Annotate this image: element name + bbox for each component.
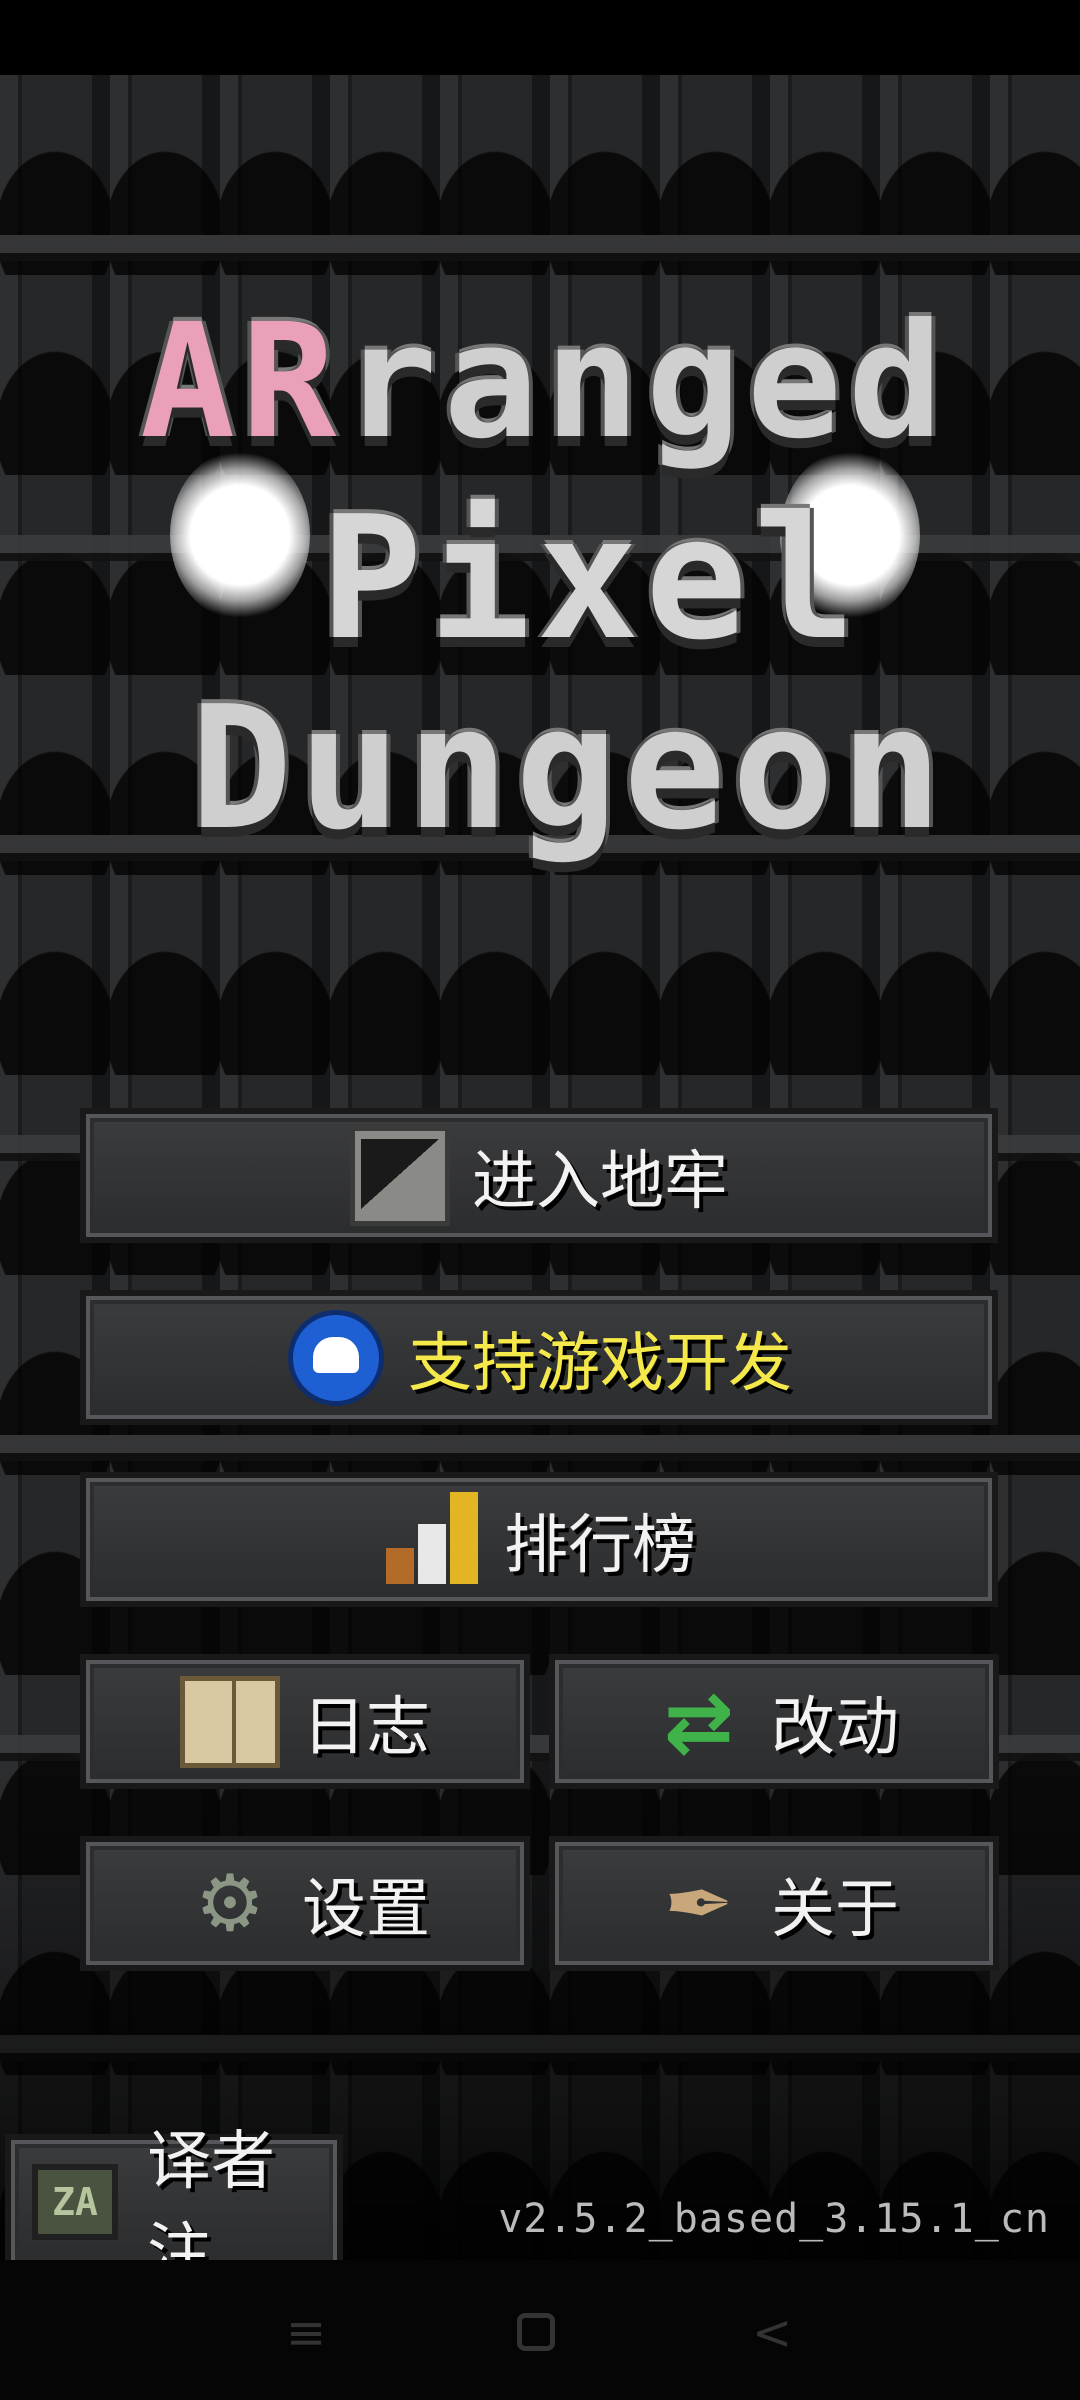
logo-ar: AR: [140, 290, 343, 474]
support-development-button[interactable]: 支持游戏开发: [80, 1290, 998, 1425]
settings-button[interactable]: ⚙ 设置: [80, 1836, 530, 1971]
logo-glow-left: [170, 450, 310, 620]
version-text: v2.5.2_based_3.15.1_cn: [498, 2196, 1050, 2242]
home-icon[interactable]: □: [517, 2313, 555, 2351]
changes-button[interactable]: ⇄ 改动: [549, 1654, 999, 1789]
keyboard-icon: ZA: [25, 2152, 125, 2252]
screen: ARranged Pixel Dungeon 进入地牢 支持游戏开发 排行榜 日…: [0, 0, 1080, 2400]
game-logo: ARranged Pixel Dungeon: [120, 290, 960, 890]
logo-line-3: Dungeon: [190, 670, 949, 868]
status-bar: [0, 0, 1080, 75]
back-icon[interactable]: <: [752, 2305, 792, 2361]
book-icon: [180, 1672, 280, 1772]
rankings-button[interactable]: 排行榜: [80, 1472, 998, 1607]
logo-line-2: Pixel: [320, 480, 862, 678]
changes-label: 改动: [771, 1690, 899, 1765]
quill-icon: ✒: [663, 1854, 735, 1953]
about-label: 关于: [771, 1872, 899, 1947]
settings-label: 设置: [302, 1872, 430, 1947]
swap-arrows-icon: ⇄: [663, 1672, 735, 1771]
journal-button[interactable]: 日志: [80, 1654, 530, 1789]
rankings-label: 排行榜: [504, 1508, 696, 1583]
journal-label: 日志: [302, 1690, 430, 1765]
enter-dungeon-label: 进入地牢: [472, 1144, 728, 1219]
logo-ranged: ranged: [342, 290, 949, 474]
ghost-icon: [286, 1308, 386, 1408]
support-development-label: 支持游戏开发: [408, 1326, 792, 1401]
stairs-icon: [350, 1125, 450, 1226]
translator-icon-text: ZA: [32, 2164, 118, 2240]
about-button[interactable]: ✒ 关于: [549, 1836, 999, 1971]
translator-notes-button[interactable]: ZA 译者注: [5, 2125, 343, 2291]
menu-icon[interactable]: ≡: [286, 2305, 326, 2361]
bar-chart-icon: [382, 1490, 482, 1590]
enter-dungeon-button[interactable]: 进入地牢: [80, 1108, 998, 1243]
logo-line-1: ARranged: [140, 290, 949, 474]
gears-icon: ⚙: [195, 1858, 265, 1949]
